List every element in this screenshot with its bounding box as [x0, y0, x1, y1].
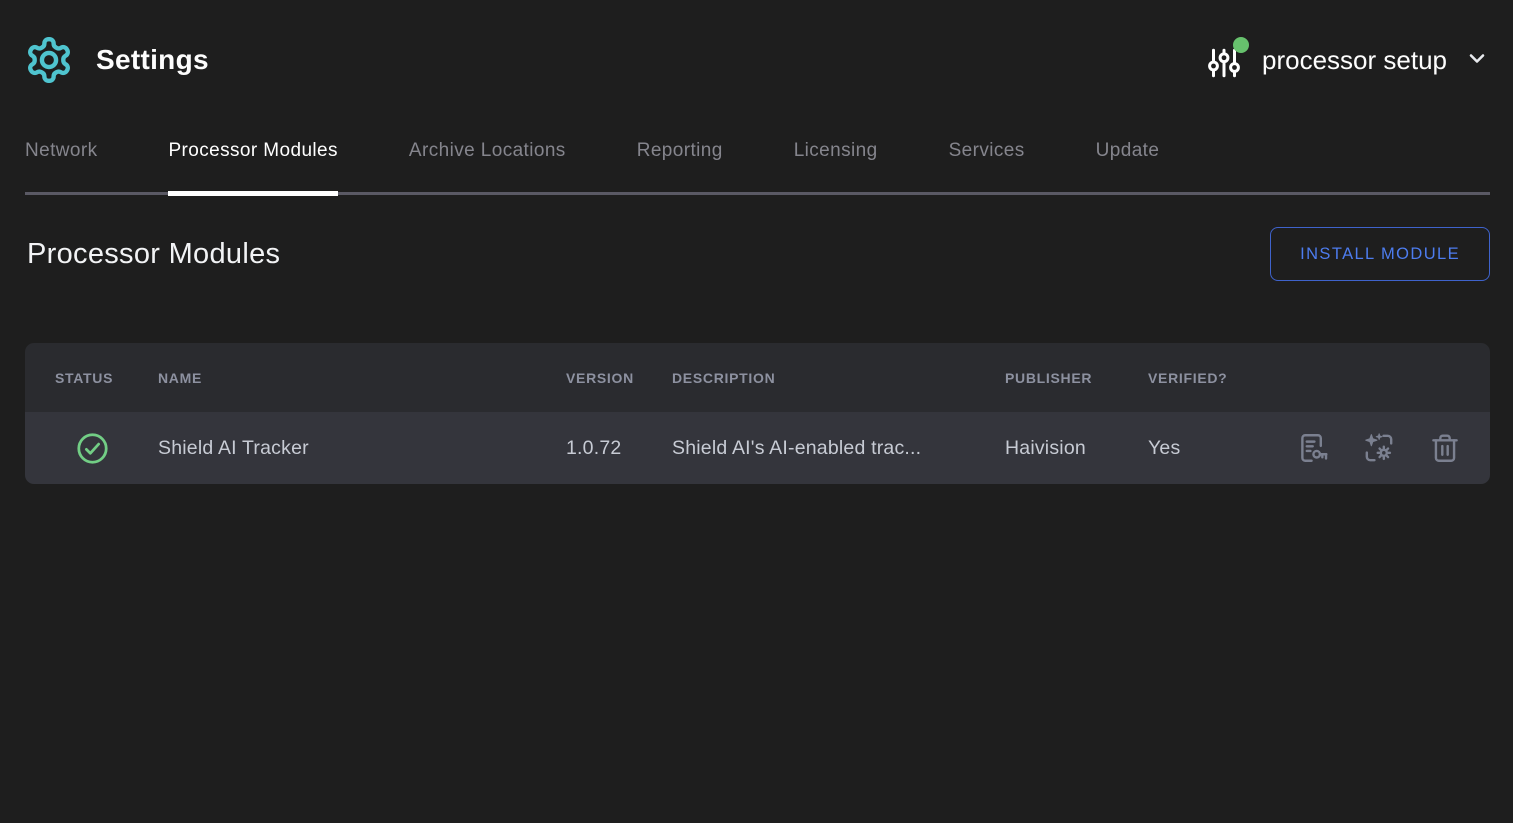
sliders-icon [1206, 38, 1244, 82]
online-status-dot [1233, 37, 1249, 53]
table-header-row: STATUS NAME VERSION DESCRIPTION PUBLISHE… [25, 343, 1490, 412]
install-module-button[interactable]: INSTALL MODULE [1270, 227, 1490, 281]
processor-modules-table: STATUS NAME VERSION DESCRIPTION PUBLISHE… [25, 343, 1490, 484]
table-row: Shield AI Tracker 1.0.72 Shield AI's AI-… [25, 412, 1490, 484]
column-header-publisher: PUBLISHER [1005, 370, 1148, 386]
page-header-title: Settings [96, 44, 209, 76]
settings-tab-bar: Network Processor Modules Archive Locati… [25, 114, 1490, 195]
module-version: 1.0.72 [566, 437, 672, 460]
row-actions [1268, 431, 1490, 465]
processor-selector-label: processor setup [1262, 45, 1447, 76]
page-head: Processor Modules INSTALL MODULE [27, 227, 1490, 281]
module-description: Shield AI's AI-enabled trac... [672, 437, 1005, 460]
page-title: Processor Modules [27, 238, 280, 271]
tab-services[interactable]: Services [949, 114, 1025, 192]
ai-settings-icon[interactable] [1362, 431, 1396, 465]
header-left: Settings [24, 35, 209, 85]
tab-network[interactable]: Network [25, 114, 97, 192]
app-header: Settings processor setup [0, 0, 1513, 86]
module-publisher: Haivision [1005, 437, 1148, 460]
license-key-icon[interactable] [1296, 431, 1330, 465]
chevron-down-icon [1465, 46, 1489, 75]
column-header-version: VERSION [566, 370, 672, 386]
module-verified: Yes [1148, 437, 1268, 460]
tab-archive-locations[interactable]: Archive Locations [409, 114, 566, 192]
tab-processor-modules[interactable]: Processor Modules [168, 114, 337, 192]
tab-reporting[interactable]: Reporting [637, 114, 723, 192]
column-header-description: DESCRIPTION [672, 370, 1005, 386]
module-status-cell [25, 431, 158, 466]
processor-selector[interactable]: processor setup [1206, 38, 1489, 82]
column-header-verified: VERIFIED? [1148, 370, 1268, 386]
trash-icon[interactable] [1428, 431, 1462, 465]
tab-licensing[interactable]: Licensing [794, 114, 878, 192]
settings-gear-icon [24, 35, 74, 85]
column-header-name: NAME [158, 370, 566, 386]
check-circle-icon [75, 431, 110, 466]
tab-update[interactable]: Update [1096, 114, 1160, 192]
settings-page: Settings processor setup Network [0, 0, 1513, 823]
module-name: Shield AI Tracker [158, 437, 566, 460]
column-header-status: STATUS [25, 370, 158, 386]
